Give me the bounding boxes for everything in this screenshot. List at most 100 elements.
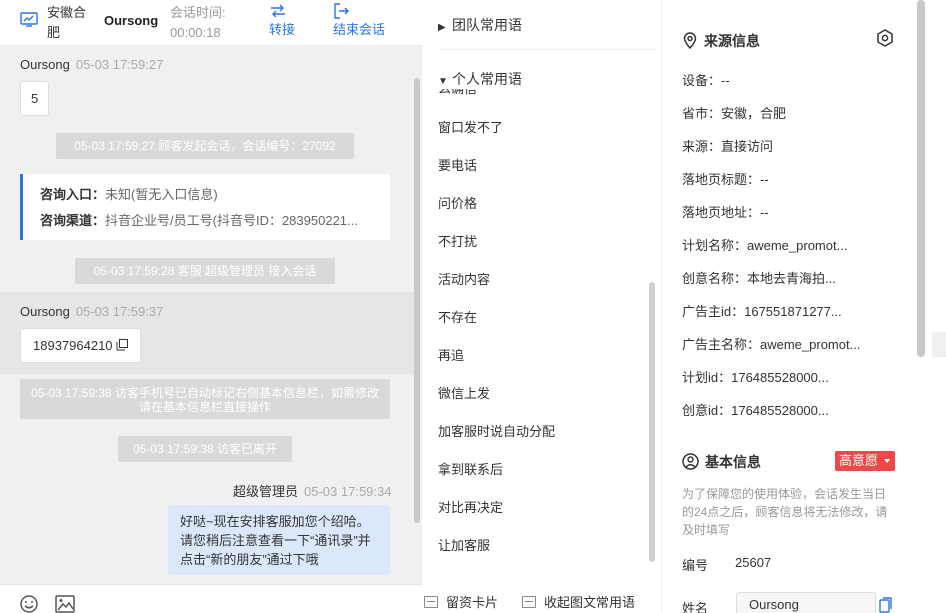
visitor-info-panel: 来源信息 设备：-- 省市：安徽，合肥 来源：直接访问 落地页标题：-- 落地页… (662, 0, 946, 613)
info-scrollbar[interactable] (917, 0, 925, 357)
quick-reply-item[interactable]: 让加客服 (438, 535, 490, 554)
quick-reply-item[interactable]: 加客服时说自动分配 (438, 421, 555, 440)
message-time: 05-03 17:59:37 (75, 304, 164, 319)
field-plan-id: 计划id：176485528000... (682, 370, 829, 385)
intent-tag-dropdown[interactable]: 高意愿 (835, 451, 895, 471)
session-time-value: 00:00:18 (170, 25, 221, 40)
quick-replies-panel: ▶ 团队常用语 ▼ 个人常用语 么确信 窗口发不了 要电话 问价格 不打扰 活动内容… (422, 0, 662, 613)
quick-reply-item[interactable]: 窗口发不了 (438, 117, 503, 136)
visitor-message-bubble: 18937964210 (20, 328, 142, 363)
team-replies-group[interactable]: ▶ 团队常用语 (438, 15, 522, 35)
right-edge-strip (925, 0, 946, 613)
message-list: Oursong 05-03 17:59:27 5 05-03 17:59:27 顾… (0, 46, 422, 584)
entry-value: 未知(暂无入口信息) (105, 187, 218, 202)
quick-reply-item[interactable]: 么确信 (438, 88, 477, 97)
chat-scrollbar[interactable] (414, 78, 420, 523)
transfer-icon (271, 4, 285, 18)
caret-down-icon: ▼ (438, 76, 448, 87)
quick-reply-item[interactable]: 再追 (438, 345, 464, 364)
channel-label: 咨询渠道： (40, 213, 106, 228)
field-advertiser-name: 广告主名称：aweme_promot... (682, 337, 861, 352)
field-province: 省市：安徽，合肥 (682, 106, 787, 121)
message-time: 05-03 17:59:27 (75, 57, 164, 72)
visitor-message-bubble: 5 (20, 81, 50, 116)
message-meta: 超级管理员 05-03 17:59:34 (233, 481, 391, 500)
basic-info-title: 基本信息 (682, 452, 761, 472)
settings-icon[interactable] (875, 28, 895, 48)
system-message: 05-03 17:59:38 访客已离开 (118, 436, 292, 462)
quick-reply-item[interactable]: 要电话 (438, 155, 477, 174)
message-sender: Oursong (20, 57, 70, 72)
channel-value: 抖音企业号/员工号(抖音号ID：283950221... (105, 213, 358, 228)
transfer-button[interactable]: 转接 (269, 2, 295, 40)
source-info-label: 来源信息 (704, 33, 760, 49)
message-meta: Oursong 05-03 17:59:37 (20, 304, 163, 319)
source-info-title: 来源信息 (682, 31, 760, 51)
intent-tag-label: 高意愿 (839, 453, 879, 468)
message-time: 05-03 17:59:34 (304, 484, 392, 499)
end-session-label: 结束会话 (333, 22, 386, 37)
field-creative-id: 创意id：176485528000... (682, 403, 829, 418)
visitor-location: 安徽合肥 (47, 5, 87, 40)
chat-toolbar (0, 584, 422, 613)
emoji-icon[interactable] (18, 593, 40, 613)
image-icon[interactable] (54, 593, 76, 613)
quick-replies-footer: 留资卡片 收起图文常用语 (422, 592, 662, 613)
phone-number-text: 18937964210 (33, 338, 113, 353)
field-device: 设备：-- (682, 73, 730, 88)
system-message: 05-03 17:59:27 顾客发起会话，会话编号：27092 (56, 133, 354, 159)
transfer-label: 转接 (269, 22, 296, 37)
end-session-button[interactable]: 结束会话 (333, 2, 385, 40)
quick-reply-item[interactable]: 微信上发 (438, 383, 490, 402)
quick-reply-item[interactable]: 不打扰 (438, 231, 477, 250)
quick-reply-item[interactable]: 活动内容 (438, 269, 490, 288)
collapse-rich-replies-button[interactable]: 收起图文常用语 (522, 592, 635, 611)
field-landing-title: 落地页标题：-- (682, 172, 769, 187)
lead-card-button[interactable]: 留资卡片 (424, 592, 498, 611)
quick-reply-item[interactable]: 不存在 (438, 307, 477, 326)
personal-replies-label: 个人常用语 (452, 71, 522, 87)
personal-replies-group[interactable]: ▼ 个人常用语 (438, 69, 638, 89)
field-source: 来源：直接访问 (682, 139, 774, 154)
location-pin-icon (683, 32, 697, 50)
message-sender: Oursong (20, 304, 70, 319)
caret-right-icon: ▶ (438, 22, 446, 33)
number-label: 编号 (682, 558, 709, 573)
message-sender: 超级管理员 (233, 484, 299, 499)
edit-notice: 为了保障您的使用体验，会话发生当日的24点之后，顾客信息将无法修改，请及时填写 (682, 487, 888, 537)
copy-icon[interactable] (116, 339, 129, 351)
session-time-label: 会话时间: (170, 5, 226, 20)
card-icon (424, 596, 438, 608)
chat-header: 安徽合肥 Oursong 会话时间: 00:00:18 转接 结束会话 (0, 0, 422, 46)
field-landing-url: 落地页地址：-- (682, 205, 769, 220)
field-advertiser-id: 广告主id：167551871277... (682, 304, 842, 319)
quick-reply-item[interactable]: 拿到联系后 (438, 459, 503, 478)
system-message: 05-03 17:59:38 访客手机号已自动标记右侧基本信息栏，如需修改请在基… (20, 379, 390, 419)
caret-down-icon (884, 459, 890, 463)
quick-replies-scrollbar[interactable] (649, 282, 655, 562)
divider (438, 49, 656, 50)
consult-info-card: 咨询入口：未知(暂无入口信息) 咨询渠道：抖音企业号/员工号(抖音号ID：283… (20, 174, 390, 240)
lead-card-label: 留资卡片 (446, 595, 499, 610)
field-creative-name: 创意名称：本地去青海拍... (682, 271, 836, 286)
user-icon (682, 453, 699, 470)
exit-icon (334, 3, 349, 19)
agent-message-bubble: 好哒~现在安排客服加您个绍哈。请您稍后注意查看一下“通讯录”并点击“新的朋友”通… (168, 505, 390, 575)
number-value: 25607 (735, 555, 772, 570)
system-message: 05-03 17:59:28 客服 超级管理员 接入会话 (75, 258, 335, 284)
copy-icon[interactable] (879, 597, 892, 613)
app-root: 安徽合肥 Oursong 会话时间: 00:00:18 转接 结束会话 Ours… (0, 0, 946, 613)
chat-panel: 安徽合肥 Oursong 会话时间: 00:00:18 转接 结束会话 Ours… (0, 0, 422, 613)
message-meta: Oursong 05-03 17:59:27 (20, 57, 163, 72)
quick-reply-item[interactable]: 对比再决定 (438, 497, 503, 516)
basic-info-label: 基本信息 (705, 454, 761, 470)
collapse-rich-replies-label: 收起图文常用语 (544, 595, 636, 610)
quick-reply-item[interactable]: 问价格 (438, 193, 477, 212)
quick-reply-list: 么确信 窗口发不了 要电话 问价格 不打扰 活动内容 不存在 再追 微信上发 加… (422, 88, 652, 566)
name-input[interactable]: Oursong (736, 592, 876, 613)
team-replies-label: 团队常用语 (452, 17, 522, 33)
chat-window-icon (20, 12, 38, 27)
edge-tab[interactable] (932, 332, 946, 357)
card-icon (522, 596, 536, 608)
field-plan-name: 计划名称：aweme_promot... (682, 238, 848, 253)
